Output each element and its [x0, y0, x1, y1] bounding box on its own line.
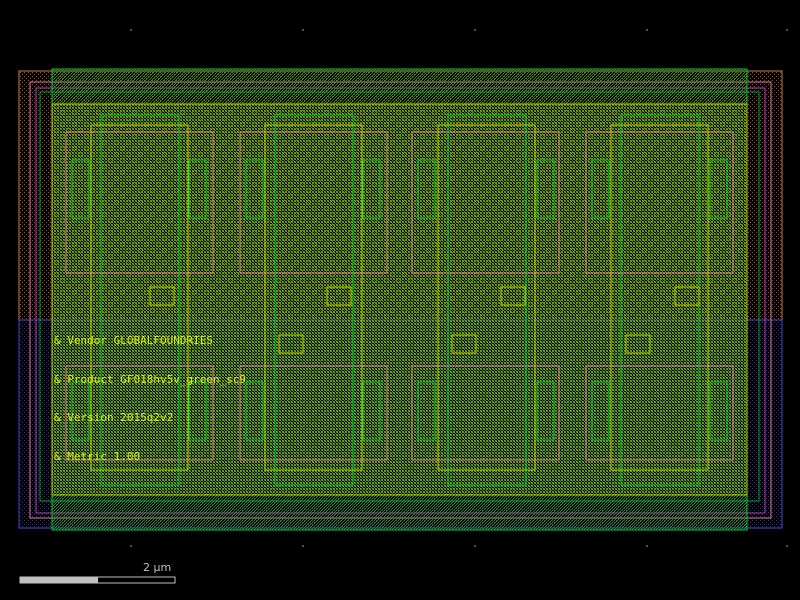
metal-region — [51, 103, 748, 496]
vendor-text: & Vendor GLOBALFOUNDRIES — [54, 334, 213, 347]
layout-viewer-canvas[interactable]: & Vendor GLOBALFOUNDRIES & Product GF018… — [0, 0, 800, 600]
scale-bar-label: 2 µm — [143, 561, 171, 574]
metric-text: & Metric 1.00 — [54, 450, 140, 463]
scale-bar-fill — [20, 577, 98, 583]
product-text: & Product GF018hv5v_green_sc9 — [54, 373, 246, 386]
version-text: & Version 2015q2v2 — [54, 411, 173, 424]
